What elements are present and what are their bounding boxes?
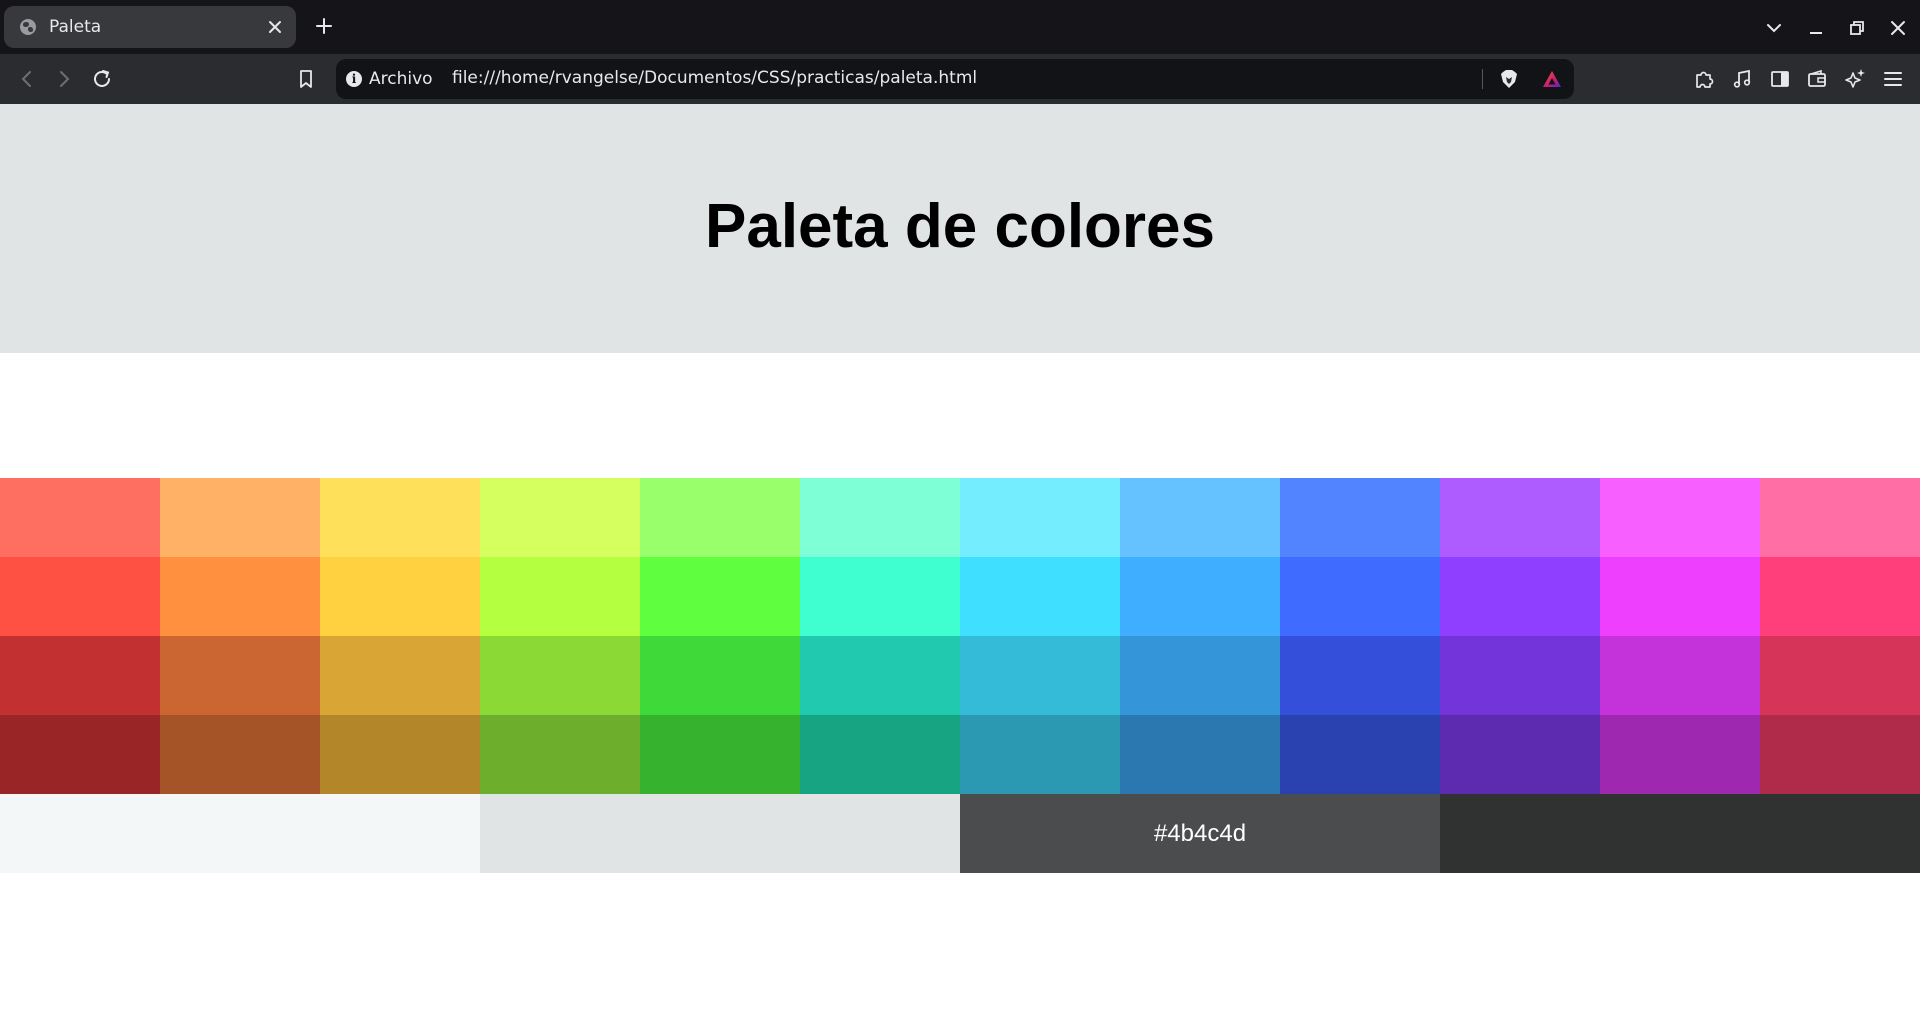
tab-title: Paleta — [49, 17, 102, 37]
color-swatch — [800, 636, 960, 715]
color-swatch — [960, 715, 1120, 794]
color-swatch — [480, 478, 640, 557]
color-swatch — [1440, 715, 1600, 794]
color-swatch — [480, 636, 640, 715]
leo-ai-icon[interactable] — [1842, 66, 1868, 92]
color-swatch — [480, 557, 640, 636]
color-swatch — [1280, 557, 1440, 636]
tab-search-chevron-icon[interactable] — [1760, 14, 1788, 42]
minimize-icon[interactable] — [1802, 14, 1830, 42]
color-swatch — [1120, 715, 1280, 794]
menu-icon[interactable] — [1880, 66, 1906, 92]
color-swatch — [1440, 478, 1600, 557]
color-swatch — [0, 715, 160, 794]
browser-toolbar: i Archivo file:///home/rvangelse/Documen… — [0, 54, 1920, 104]
color-swatch — [0, 557, 160, 636]
color-swatch — [1760, 478, 1920, 557]
page-title: Paleta de colores — [704, 192, 1216, 261]
color-swatch — [640, 557, 800, 636]
restore-icon[interactable] — [1843, 14, 1871, 42]
new-tab-icon[interactable] — [312, 14, 336, 38]
neutral-swatch: #4b4c4d — [960, 794, 1440, 873]
address-bar[interactable]: i Archivo file:///home/rvangelse/Documen… — [336, 59, 1574, 99]
neutral-swatch — [1440, 794, 1920, 873]
color-swatch — [800, 478, 960, 557]
color-palette-grid — [0, 478, 1920, 794]
color-swatch — [1440, 557, 1600, 636]
color-swatch — [1280, 636, 1440, 715]
color-swatch — [320, 636, 480, 715]
color-swatch — [640, 715, 800, 794]
info-icon: i — [346, 71, 362, 87]
tab-strip: Paleta — [0, 0, 1920, 54]
color-swatch — [1760, 636, 1920, 715]
url-text[interactable]: file:///home/rvangelse/Documentos/CSS/pr… — [452, 68, 977, 88]
extensions-icon[interactable] — [1691, 66, 1717, 92]
color-swatch — [160, 557, 320, 636]
neutral-color-row: #4b4c4d — [0, 794, 1920, 873]
color-swatch — [320, 557, 480, 636]
site-info-button[interactable]: i Archivo — [346, 69, 433, 89]
color-swatch — [160, 478, 320, 557]
wallet-icon[interactable] — [1804, 66, 1830, 92]
color-swatch — [1760, 557, 1920, 636]
globe-icon — [20, 19, 36, 35]
color-swatch — [800, 557, 960, 636]
page-header: Paleta de colores — [0, 104, 1920, 353]
brave-rewards-icon[interactable] — [1541, 68, 1563, 90]
color-swatch — [1600, 715, 1760, 794]
color-swatch — [1120, 636, 1280, 715]
color-swatch — [320, 715, 480, 794]
reload-icon[interactable] — [89, 66, 115, 92]
back-icon[interactable] — [14, 66, 40, 92]
sidebar-icon[interactable] — [1767, 66, 1793, 92]
neutral-swatch — [480, 794, 960, 873]
close-window-icon[interactable] — [1884, 14, 1912, 42]
color-swatch — [480, 715, 640, 794]
url-divider — [1482, 69, 1483, 89]
color-swatch — [960, 636, 1120, 715]
forward-icon[interactable] — [51, 66, 77, 92]
color-swatch — [160, 636, 320, 715]
neutral-swatch — [0, 794, 480, 873]
color-swatch — [1120, 557, 1280, 636]
color-swatch — [1600, 557, 1760, 636]
brave-shields-icon[interactable] — [1498, 68, 1520, 90]
media-music-icon[interactable] — [1729, 66, 1755, 92]
color-swatch — [1280, 478, 1440, 557]
color-swatch — [1600, 478, 1760, 557]
color-swatch — [640, 478, 800, 557]
swatch-hex-label: #4b4c4d — [1153, 819, 1247, 847]
color-swatch — [640, 636, 800, 715]
bookmark-icon[interactable] — [293, 66, 319, 92]
site-info-label: Archivo — [369, 69, 433, 89]
color-swatch — [0, 478, 160, 557]
color-swatch — [960, 557, 1120, 636]
close-tab-icon[interactable] — [264, 16, 286, 38]
color-swatch — [960, 478, 1120, 557]
color-swatch — [1440, 636, 1600, 715]
color-swatch — [320, 478, 480, 557]
color-swatch — [800, 715, 960, 794]
color-swatch — [0, 636, 160, 715]
color-swatch — [1600, 636, 1760, 715]
browser-tab[interactable]: Paleta — [4, 6, 296, 48]
color-swatch — [1280, 715, 1440, 794]
color-swatch — [1760, 715, 1920, 794]
color-swatch — [1120, 478, 1280, 557]
color-swatch — [160, 715, 320, 794]
